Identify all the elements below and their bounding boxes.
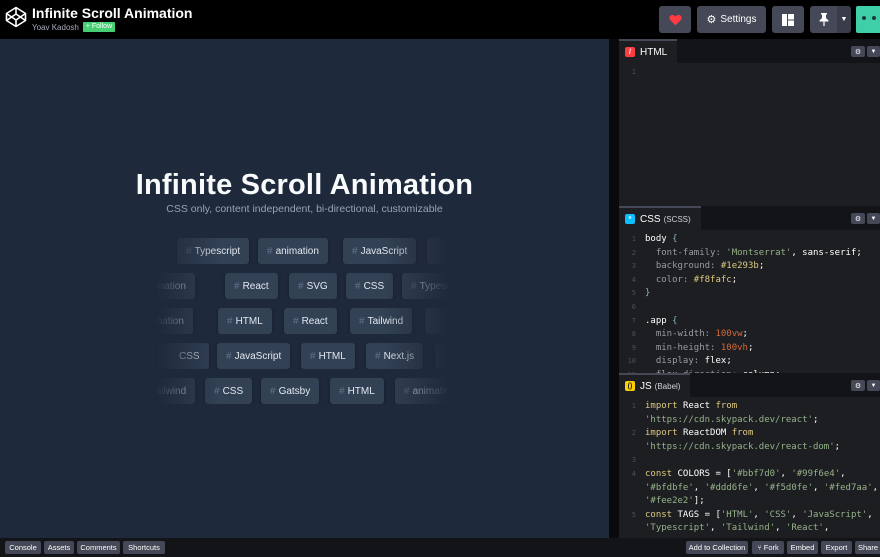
tag: # CSS [205,378,253,404]
fork-icon: ⑂ [757,543,762,552]
tag: #animation [258,238,328,264]
embed-button[interactable]: Embed [787,541,818,554]
tag: #Tailwind [350,308,413,334]
tag [427,238,450,264]
user-avatar[interactable] [856,6,880,33]
tag: #Typescript [402,273,450,299]
codepen-logo-icon[interactable] [5,6,27,28]
preview-subtitle: CSS only, content independent, bi-direct… [166,203,443,215]
tag: # HTML [218,308,272,334]
heart-icon [668,14,682,25]
html-chevron-down-icon[interactable]: ▼ [867,46,880,57]
tag [435,343,450,369]
gear-icon: ⚙ [706,14,717,26]
pin-button[interactable] [810,6,837,33]
follow-button[interactable]: + Follow [82,22,116,32]
tag: # Gatsby [261,378,320,404]
tag: #Typescript [177,238,250,264]
top-header: Infinite Scroll Animation Yoav Kadosh + … [0,0,880,39]
love-button[interactable] [659,6,691,33]
resize-handle[interactable] [609,39,619,538]
pin-icon [819,13,828,26]
css-chevron-down-icon[interactable]: ▼ [867,213,880,224]
comments-button[interactable]: Comments [77,541,120,554]
js-editor[interactable]: () JS (Babel) ⚙ ▼ 1 import React from 'htt… [619,373,880,538]
css-settings-gear-icon[interactable]: ⚙ [851,213,865,224]
js-settings-gear-icon[interactable]: ⚙ [851,380,865,391]
change-view-button[interactable] [772,6,804,33]
chevron-down-icon: ▼ [840,16,848,23]
export-button[interactable]: Export [821,541,852,554]
tag-row-2: #animation #React #SVG #CSS #Typescript [155,273,450,299]
console-button[interactable]: Console [5,541,41,554]
css-editor[interactable]: * CSS (SCSS) ⚙ ▼ 1 body { 2 font-family: '… [619,206,880,373]
tag: # SVG [289,273,337,299]
js-chevron-down-icon[interactable]: ▼ [867,380,880,391]
avatar-eye [862,16,866,20]
settings-label: Settings [720,14,757,25]
pen-author: Yoav Kadosh + Follow [32,22,116,32]
js-editor-header: () JS (Babel) ⚙ ▼ [619,373,880,397]
html-settings-gear-icon[interactable]: ⚙ [851,46,865,57]
tag: # CSS [346,273,394,299]
html-tab[interactable]: / HTML [619,39,678,63]
css-editor-header: * CSS (SCSS) ⚙ ▼ [619,206,880,230]
html-editor[interactable]: / HTML ⚙ ▼ 1 [619,39,880,206]
assets-button[interactable]: Assets [44,541,74,554]
tag-row-4: CSS # JavaScript # HTML # Next.js [155,343,450,369]
js-icon: () [625,381,635,391]
settings-button[interactable]: ⚙ Settings [697,6,766,33]
tag: # JavaScript [343,238,417,264]
bottom-bar: Console Assets Comments Shortcuts Add to… [0,538,880,557]
css-tab[interactable]: * CSS (SCSS) [619,206,701,230]
pin-options-button[interactable]: ▼ [837,6,851,33]
author-name[interactable]: Yoav Kadosh [32,23,79,32]
tag: #animation [155,308,193,334]
share-button[interactable]: Share [855,541,880,554]
tag-row-1: # Typescript # animation # JavaScript [155,238,450,264]
preview-title: Infinite Scroll Animation [135,169,474,201]
pen-title[interactable]: Infinite Scroll Animation [32,5,193,21]
tag: # JavaScript [217,343,291,369]
add-to-collection-button[interactable]: Add to Collection [686,541,748,554]
result-preview[interactable]: Infinite Scroll Animation CSS only, cont… [0,39,609,538]
html-code[interactable]: 1 [619,66,880,80]
tag: #animation [395,378,450,404]
tag: # Next.js [366,343,424,369]
js-code[interactable]: 1 import React from 'https://cdn.skypack.… [619,400,880,536]
fork-button[interactable]: ⑂ Fork [752,541,784,554]
js-tab[interactable]: () JS (Babel) [619,373,691,397]
shortcuts-button[interactable]: Shortcuts [123,541,165,554]
tag [425,308,450,334]
html-editor-header: / HTML ⚙ ▼ [619,39,880,63]
tag-row-3: #animation #HTML #React #Tailwind [155,308,450,334]
tag: # React [284,308,337,334]
tag: # HTML [301,343,355,369]
tag: #animation [155,273,195,299]
css-icon: * [625,214,635,224]
avatar-eye [872,16,876,20]
html-icon: / [625,47,635,57]
tag: # React [225,273,278,299]
layout-icon [782,13,794,26]
tag: CSS [155,343,209,369]
tag-row-5: #Tailwind #CSS #Gatsby #HTML #animation [155,378,450,404]
css-code[interactable]: 1 body { 2 font-family: 'Montserrat', san… [619,233,880,373]
tag: # HTML [330,378,384,404]
tag: #Tailwind [155,378,196,404]
